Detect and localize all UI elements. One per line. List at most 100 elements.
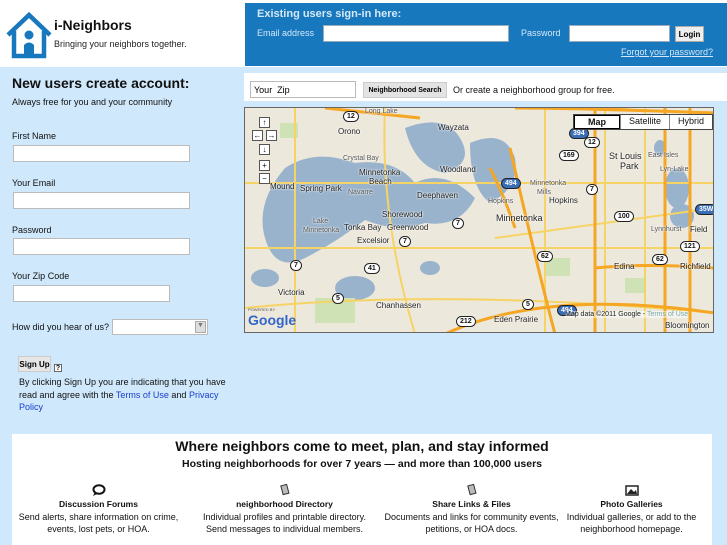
hear-select[interactable]: ▼ bbox=[112, 319, 208, 335]
help-icon[interactable]: ? bbox=[54, 364, 62, 372]
highway-shield: 7 bbox=[290, 260, 302, 271]
feature-discussion-forums: Discussion Forums Send alerts, share inf… bbox=[11, 484, 186, 536]
feature-share-links-files: Share Links & Files Documents and links … bbox=[384, 484, 559, 536]
map-label: Eden Prairie bbox=[494, 315, 539, 324]
neighborhood-search-bar: Neighborhood Search Or create a neighbor… bbox=[244, 73, 727, 101]
feature-title: neighborhood Directory bbox=[236, 499, 333, 509]
map-label: Richfield bbox=[680, 262, 711, 271]
map-type-map[interactable]: Map bbox=[573, 115, 620, 129]
map-terms-link[interactable]: Terms of Use bbox=[647, 311, 688, 318]
map-label: Mills bbox=[537, 189, 551, 196]
map-label: Minnetonka bbox=[359, 168, 401, 177]
map-label: Deephaven bbox=[417, 191, 458, 200]
map-label: Field bbox=[690, 225, 708, 234]
site-title[interactable]: i-Neighbors bbox=[54, 17, 132, 33]
password-input[interactable] bbox=[13, 238, 190, 255]
map-attribution: Map data ©2011 Google - Terms of Use bbox=[565, 311, 689, 318]
map-label: Minnetonka bbox=[303, 227, 340, 234]
map-label: Victoria bbox=[278, 288, 305, 297]
map-label: Excelsior bbox=[357, 236, 390, 245]
highway-shield: 7 bbox=[452, 218, 464, 229]
hear-label: How did you hear of us? bbox=[12, 322, 110, 332]
interstate-shield: 494 bbox=[501, 178, 521, 189]
feature-desc: Individual profiles and printable direct… bbox=[203, 511, 366, 535]
login-button[interactable]: Login bbox=[675, 26, 704, 42]
house-logo-icon[interactable] bbox=[5, 11, 53, 59]
signup-subheading: Always free for you and your community bbox=[12, 97, 173, 107]
highway-shield: 169 bbox=[559, 150, 579, 161]
feature-photo-galleries: Photo Galleries Individual galleries, or… bbox=[544, 484, 719, 536]
map-label: Long Lake bbox=[365, 108, 398, 115]
map-type-satellite[interactable]: Satellite bbox=[619, 115, 669, 129]
feature-desc: Documents and links for community events… bbox=[384, 511, 559, 535]
signup-heading: New users create account: bbox=[12, 75, 190, 91]
map-label: Lake bbox=[313, 218, 329, 225]
map-type-hybrid[interactable]: Hybrid bbox=[668, 115, 712, 129]
map-label: Crystal Bay bbox=[343, 155, 379, 162]
zip-search-input[interactable] bbox=[250, 81, 356, 98]
email-input[interactable] bbox=[13, 192, 190, 209]
terms-text: By clicking Sign Up you are indicating t… bbox=[19, 376, 237, 414]
map-label: Edina bbox=[614, 262, 635, 271]
map-label: Hopkins bbox=[549, 196, 578, 205]
document-icon bbox=[466, 484, 477, 496]
features-subheading: Hosting neighborhoods for over 7 years —… bbox=[181, 458, 542, 470]
map-label: Minnetonka bbox=[496, 213, 543, 223]
pan-down-icon[interactable]: ↓ bbox=[259, 144, 270, 155]
highway-shield: 121 bbox=[680, 241, 700, 252]
pan-up-icon[interactable]: ↑ bbox=[259, 117, 270, 128]
first-name-input[interactable] bbox=[13, 145, 190, 162]
highway-shield: 5 bbox=[522, 299, 534, 310]
tagline: Bringing your neighbors together. bbox=[54, 39, 187, 49]
map-label: Beach bbox=[369, 177, 392, 186]
map-label: Bloomington bbox=[665, 321, 710, 330]
highway-shield: 62 bbox=[652, 254, 668, 265]
features-heading: Where neighbors come to meet, plan, and … bbox=[175, 438, 549, 454]
highway-shield: 12 bbox=[584, 137, 600, 148]
map-label: Spring Park bbox=[300, 184, 342, 193]
signin-email-input[interactable] bbox=[323, 25, 509, 42]
highway-shield: 62 bbox=[537, 251, 553, 262]
zip-code-input[interactable] bbox=[13, 285, 170, 302]
terms-link[interactable]: Terms of Use bbox=[116, 390, 169, 400]
highway-shield: 7 bbox=[586, 184, 598, 195]
signin-password-input[interactable] bbox=[569, 25, 670, 42]
map-label: Lyn-Lake bbox=[660, 166, 689, 173]
map-label: Minnetonka bbox=[530, 180, 567, 187]
feature-title: Discussion Forums bbox=[59, 499, 138, 509]
pan-left-icon[interactable]: ← bbox=[252, 130, 263, 141]
feature-title: Photo Galleries bbox=[600, 499, 663, 509]
map-label: Hopkins bbox=[488, 198, 514, 205]
signin-panel: Existing users sign-in here: Email addre… bbox=[245, 3, 727, 66]
pan-right-icon[interactable]: → bbox=[266, 130, 277, 141]
photo-icon bbox=[624, 485, 639, 496]
map-label: Chanhassen bbox=[376, 301, 421, 310]
map-type-control: Map Satellite Hybrid bbox=[572, 114, 713, 130]
neighborhood-search-button[interactable]: Neighborhood Search bbox=[363, 82, 447, 98]
password-label: Password bbox=[12, 225, 52, 235]
map-label: Orono bbox=[338, 127, 361, 136]
highway-shield: 7 bbox=[399, 236, 411, 247]
sign-up-button[interactable]: Sign Up bbox=[18, 356, 51, 372]
map-label: Shorewood bbox=[382, 210, 423, 219]
chevron-down-icon[interactable]: ▼ bbox=[195, 321, 206, 333]
map-label: Woodland bbox=[440, 165, 476, 174]
map-label: Park bbox=[620, 161, 639, 171]
document-icon bbox=[279, 484, 290, 496]
zoom-out-icon[interactable]: − bbox=[259, 173, 270, 184]
highway-shield: 212 bbox=[456, 316, 476, 327]
map[interactable]: Orono Wayzata Crystal Bay Minnetonka Bea… bbox=[244, 107, 714, 333]
map-label: Mound bbox=[270, 182, 295, 191]
password-label: Password bbox=[521, 28, 561, 38]
map-label: St Louis bbox=[609, 151, 642, 161]
feature-desc: Individual galleries, or add to the neig… bbox=[566, 511, 697, 535]
google-logo[interactable]: Google bbox=[248, 312, 296, 328]
map-label: Navarre bbox=[348, 189, 373, 196]
create-group-text: Or create a neighborhood group for free. bbox=[453, 85, 615, 95]
email-label: Your Email bbox=[12, 178, 56, 188]
forgot-password-link[interactable]: Forgot your password? bbox=[621, 47, 713, 57]
highway-shield: 12 bbox=[343, 111, 359, 122]
zoom-in-icon[interactable]: + bbox=[259, 160, 270, 171]
first-name-label: First Name bbox=[12, 131, 57, 141]
features-panel: Where neighbors come to meet, plan, and … bbox=[12, 434, 712, 545]
